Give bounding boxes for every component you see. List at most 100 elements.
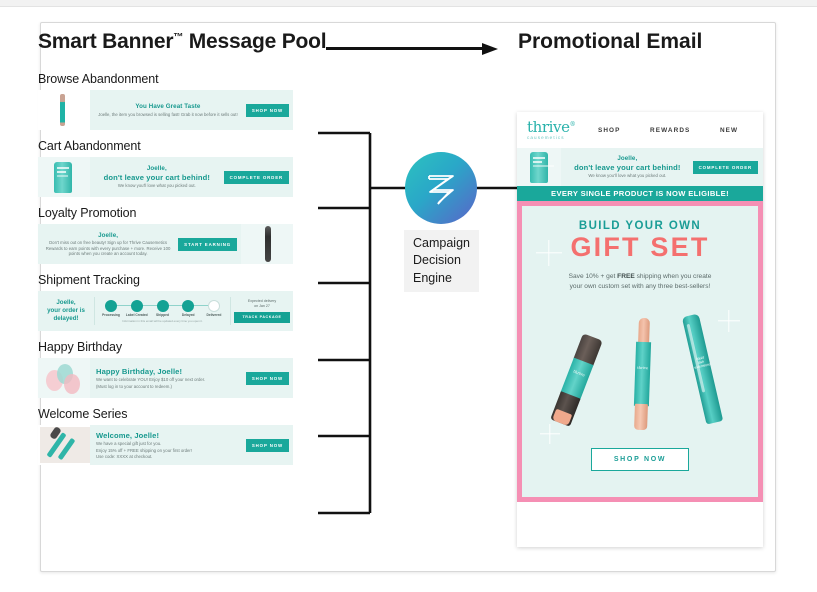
tube-label-line xyxy=(533,161,542,163)
trademark-symbol: ™ xyxy=(173,32,184,43)
hero-subcopy-a: Save 10% + get xyxy=(568,273,618,280)
banner-copy: You Have Great Taste Joelle, the item yo… xyxy=(94,103,242,117)
banner-preview[interactable]: Joelle, your order is delayed! Processin… xyxy=(38,291,293,331)
banner-cta-button[interactable]: START EARNING xyxy=(178,237,237,251)
nav-item-rewards[interactable]: REWARDS xyxy=(650,127,690,134)
banner-copy: Happy Birthday, Joelle! We want to celeb… xyxy=(94,367,242,389)
email-nav-items: SHOP REWARDS NEW xyxy=(575,127,753,134)
skincare-tube-art xyxy=(530,152,554,183)
pool-item-cart-abandonment[interactable]: Cart Abandonment Joelle, don't leave you… xyxy=(38,139,313,197)
tracking-headline-line: your order is xyxy=(47,307,85,315)
pool-item-label: Shipment Tracking xyxy=(38,273,140,287)
banner-cta-button[interactable]: COMPLETE ORDER xyxy=(223,170,289,184)
banner-body: Welcome, Joelle! We have a special gift … xyxy=(90,425,293,465)
product-eyeshadow-stick: thrive xyxy=(633,318,652,431)
nav-item-shop[interactable]: SHOP xyxy=(598,127,621,134)
page-title-right: Promotional Email xyxy=(518,30,703,53)
banner-headline: You Have Great Taste xyxy=(135,102,201,110)
banner-subcopy-2: (Must log in to your account to redeem.) xyxy=(96,383,172,389)
banner-cta-button[interactable]: SHOP NOW xyxy=(245,371,289,385)
product-mascara: liquid lash extensions xyxy=(681,313,724,425)
product-image-tube xyxy=(517,148,561,186)
banner-preview[interactable]: Welcome, Joelle! We have a special gift … xyxy=(38,425,293,465)
pool-item-label: Loyalty Promotion xyxy=(38,206,137,220)
banner-body: You Have Great Taste Joelle, the item yo… xyxy=(90,90,293,130)
banner-subcopy: We know you'll love what you picked out. xyxy=(117,183,196,189)
tracking-step: Processing xyxy=(99,299,123,318)
cart-banner-line3: We know you'll love what you picked out. xyxy=(588,173,667,179)
arrow-head xyxy=(482,43,498,55)
banner-preview[interactable]: Joelle, Don't miss out on free beauty! S… xyxy=(38,224,293,264)
step-dot-icon xyxy=(156,299,169,312)
product-base xyxy=(634,404,648,431)
banner-cta-button[interactable]: SHOP NOW xyxy=(245,103,289,117)
banner-headline-pre: Joelle, xyxy=(146,165,167,173)
hero-subcopy: Save 10% + get FREE shipping when you cr… xyxy=(522,272,758,292)
banner-preview[interactable]: Happy Birthday, Joelle! We want to celeb… xyxy=(38,358,293,398)
product-body xyxy=(633,342,652,407)
banner-subcopy-2: Enjoy 15% off + FREE shipping on your fi… xyxy=(96,447,193,453)
hero-cta-wrap: SHOP NOW xyxy=(522,446,758,485)
pool-item-shipment-tracking[interactable]: Shipment Tracking Joelle, your order is … xyxy=(38,273,313,331)
balloons-art xyxy=(44,362,86,395)
diagram-header: Smart Banner™ Message Pool Promotional E… xyxy=(38,30,702,64)
banner-subcopy: We have a special gift just for you. xyxy=(96,441,162,447)
banner-subcopy: We want to celebrate YOU! Enjoy $10 off … xyxy=(96,377,206,383)
campaign-decision-engine-label: Campaign Decision Engine xyxy=(404,230,479,292)
pool-item-browse-abandonment[interactable]: Browse Abandonment You Have Great Taste … xyxy=(38,72,313,130)
product-blush-stick: thrive xyxy=(550,333,603,428)
cart-banner-cta-button[interactable]: COMPLETE ORDER xyxy=(692,160,758,174)
pool-item-welcome-series[interactable]: Welcome Series Welcome, Joelle! We have … xyxy=(38,407,313,465)
banner-headline: Happy Birthday, Joelle! xyxy=(96,366,183,376)
email-hero-frame: BUILD YOUR OWN GIFT SET Save 10% + get F… xyxy=(517,201,763,503)
banner-preview[interactable]: Joelle, don't leave your cart behind! We… xyxy=(38,157,293,197)
tube-label-line xyxy=(533,165,554,167)
engine-label-line: Campaign xyxy=(413,236,470,251)
banner-subcopy: Joelle, the item you browsed is selling … xyxy=(98,111,238,117)
tracking-steps: Processing Label Created Shipped Delayed… xyxy=(99,299,226,318)
banner-cta-button[interactable]: SHOP NOW xyxy=(245,438,289,452)
email-hero: BUILD YOUR OWN GIFT SET Save 10% + get F… xyxy=(522,206,758,498)
pool-item-label: Cart Abandonment xyxy=(38,139,141,153)
nav-item-new[interactable]: NEW xyxy=(720,127,738,134)
tube-label-line xyxy=(57,171,66,173)
tube-label-line xyxy=(57,167,69,169)
tracking-eta: Expected delivery on Jan 27 TRACK PACKAG… xyxy=(231,299,293,323)
balloon-icon xyxy=(64,374,80,394)
eta-value: on Jan 27 xyxy=(254,304,270,308)
step-dot-icon xyxy=(130,299,143,312)
cart-banner-body: Joelle, don't leave your cart behind! We… xyxy=(561,148,763,186)
product-image-balloons xyxy=(38,358,90,398)
campaign-decision-engine-node[interactable] xyxy=(405,152,477,224)
promotional-email-mockup[interactable]: thrive® causemetics SHOP REWARDS NEW Joe… xyxy=(517,112,763,547)
banner-cta-button[interactable]: TRACK PACKAGE xyxy=(234,311,290,323)
hero-subcopy-free: FREE xyxy=(617,273,635,280)
arrow-shaft xyxy=(326,47,486,50)
step-label: Delayed xyxy=(181,312,195,317)
tracking-step: Delivered xyxy=(202,299,226,318)
tube-label-line xyxy=(57,175,68,177)
browser-chrome-strip xyxy=(0,0,817,7)
banner-preview[interactable]: You Have Great Taste Joelle, the item yo… xyxy=(38,90,293,130)
pool-item-happy-birthday[interactable]: Happy Birthday Happy Birthday, Joelle! W… xyxy=(38,340,313,398)
hero-shop-now-button[interactable]: SHOP NOW xyxy=(590,448,690,472)
tracking-headline: Joelle, your order is delayed! xyxy=(38,299,94,322)
banner-body: Joelle, Don't miss out on free beauty! S… xyxy=(38,224,241,264)
step-label: Shipped xyxy=(155,312,169,317)
page-title-tail: Message Pool xyxy=(183,30,327,53)
engine-label-text: Campaign Decision Engine xyxy=(413,235,470,287)
hero-subcopy-line2: your own custom set with any three best-… xyxy=(569,283,711,291)
product-tip xyxy=(638,318,650,345)
product-image-brushes xyxy=(38,425,90,465)
pool-item-loyalty-promotion[interactable]: Loyalty Promotion Joelle, Don't miss out… xyxy=(38,206,313,264)
banner-copy: Joelle, Don't miss out on free beauty! S… xyxy=(42,232,174,257)
pool-item-label: Happy Birthday xyxy=(38,340,123,354)
tracking-progress: Processing Label Created Shipped Delayed… xyxy=(94,296,231,326)
right-arrow-icon xyxy=(326,43,508,55)
brand-name-text: thrive xyxy=(527,117,570,136)
cart-banner-line2: don't leave your cart behind! xyxy=(574,162,681,172)
hero-kicker: BUILD YOUR OWN xyxy=(578,220,702,232)
step-label: Delivered xyxy=(206,312,222,317)
pool-item-label: Welcome Series xyxy=(38,407,128,421)
email-cart-banner[interactable]: Joelle, don't leave your cart behind! We… xyxy=(517,148,763,186)
